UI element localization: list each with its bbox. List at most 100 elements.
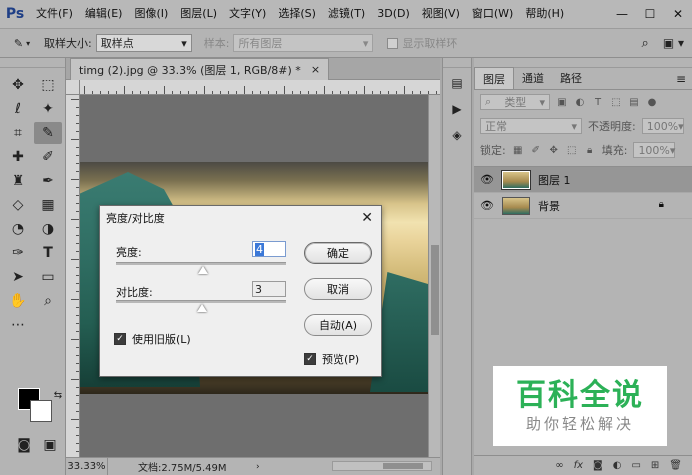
close-button[interactable]: ✕ bbox=[664, 0, 692, 28]
menu-item[interactable]: 窗口(W) bbox=[466, 0, 519, 28]
tab-layers-panel[interactable]: 路径 bbox=[552, 67, 590, 89]
use-legacy-checkbox[interactable]: ✓ 使用旧版(L) bbox=[114, 331, 191, 347]
workspace-icon[interactable]: ▣ ▾ bbox=[663, 36, 684, 50]
contrast-input[interactable]: 3 bbox=[252, 281, 286, 297]
menu-item[interactable]: 3D(D) bbox=[371, 0, 416, 28]
type-tool-icon[interactable]: T bbox=[34, 242, 62, 264]
preview-checkbox[interactable]: ✓ 预览(P) bbox=[304, 351, 359, 367]
pixel-filter-icon[interactable]: ▣ bbox=[556, 96, 568, 108]
lock-image-icon[interactable]: ✐ bbox=[530, 144, 542, 156]
gradient-tool-icon[interactable]: ▦ bbox=[34, 194, 62, 216]
lock-all-icon[interactable]: 🔒︎ bbox=[584, 144, 596, 156]
sample-size-select[interactable]: 取样点 ▾ bbox=[95, 34, 192, 52]
visibility-eye-icon[interactable]: 👁︎ bbox=[480, 173, 494, 187]
menu-item[interactable]: 编辑(E) bbox=[79, 0, 129, 28]
document-info[interactable]: 文档:2.75M/5.49M bbox=[108, 459, 288, 474]
sample-select[interactable]: 所有图层 ▾ bbox=[233, 34, 374, 52]
brightness-input[interactable]: 4 bbox=[252, 241, 286, 257]
horizontal-scrollbar[interactable] bbox=[332, 461, 432, 471]
lock-transparent-icon[interactable]: ▦ bbox=[512, 144, 524, 156]
link-layers-icon[interactable]: ∞ bbox=[555, 460, 563, 471]
layer-row[interactable]: 👁︎ 背景 🔒︎ bbox=[474, 193, 692, 219]
blend-mode-select[interactable]: 正常 ▾ bbox=[480, 118, 582, 134]
close-tab-icon[interactable]: × bbox=[311, 63, 320, 76]
opacity-field[interactable]: 100% ▾ bbox=[641, 118, 684, 134]
dialog-close-button[interactable]: ✕ bbox=[361, 210, 373, 226]
actions-play-icon[interactable]: ▶ bbox=[443, 98, 471, 120]
scroll-thumb[interactable] bbox=[383, 463, 423, 469]
smart-object-filter-icon[interactable]: ▤ bbox=[628, 96, 640, 108]
brightness-slider-knob[interactable] bbox=[197, 266, 208, 274]
move-tool-icon[interactable]: ✥ bbox=[4, 74, 32, 96]
blur-tool-icon[interactable]: ◔ bbox=[4, 218, 32, 240]
panel-grip[interactable] bbox=[0, 58, 65, 68]
contrast-slider[interactable] bbox=[116, 300, 286, 312]
history-icon[interactable]: ▤ bbox=[443, 72, 471, 94]
adjustment-filter-icon[interactable]: ◐ bbox=[574, 96, 586, 108]
panel-menu-icon[interactable]: ≡ bbox=[676, 72, 686, 86]
menu-item[interactable]: 图像(I) bbox=[128, 0, 174, 28]
fill-field[interactable]: 100% ▾ bbox=[633, 142, 676, 158]
dodge-tool-icon[interactable]: ◑ bbox=[34, 218, 62, 240]
vertical-scrollbar[interactable] bbox=[428, 95, 440, 457]
visibility-eye-icon[interactable]: 👁︎ bbox=[480, 199, 494, 213]
contrast-slider-knob[interactable] bbox=[196, 304, 207, 312]
screen-mode-icon[interactable]: ▣ bbox=[36, 434, 64, 456]
show-sampling-ring-checkbox[interactable]: 显示取样环 bbox=[387, 35, 457, 51]
menu-item[interactable]: 文字(Y) bbox=[223, 0, 272, 28]
scroll-thumb[interactable] bbox=[431, 245, 439, 335]
group-icon[interactable]: ▭ bbox=[631, 460, 640, 471]
tool-preset-picker[interactable]: ✎ ▾ bbox=[0, 29, 44, 57]
kind-filter-select[interactable]: ⌕ 类型 ▾ bbox=[480, 94, 550, 110]
minimize-button[interactable]: — bbox=[608, 0, 636, 28]
menu-item[interactable]: 滤镜(T) bbox=[322, 0, 371, 28]
menu-item[interactable]: 帮助(H) bbox=[519, 0, 570, 28]
magic-wand-tool-icon[interactable]: ✦ bbox=[34, 98, 62, 120]
path-selection-tool-icon[interactable]: ➤ bbox=[4, 266, 32, 288]
quick-mask-icon[interactable]: ◙ bbox=[10, 434, 38, 456]
zoom-tool-icon[interactable]: ⌕ bbox=[34, 290, 62, 312]
new-layer-icon[interactable]: ⊞ bbox=[651, 460, 659, 471]
eraser-tool-icon[interactable]: ◇ bbox=[4, 194, 32, 216]
panel-grip[interactable] bbox=[443, 58, 471, 68]
menu-item[interactable]: 文件(F) bbox=[30, 0, 79, 28]
tab-layers-panel[interactable]: 通道 bbox=[514, 67, 552, 89]
shape-filter-icon[interactable]: ⬚ bbox=[610, 96, 622, 108]
delete-layer-icon[interactable]: 🗑︎ bbox=[669, 460, 682, 471]
filter-toggle-icon[interactable]: ● bbox=[646, 96, 658, 108]
cancel-button[interactable]: 取消 bbox=[304, 278, 372, 300]
auto-button[interactable]: 自动(A) bbox=[304, 314, 372, 336]
ok-button[interactable]: 确定 bbox=[304, 242, 372, 264]
eyedropper-tool-icon[interactable]: ✎ bbox=[34, 122, 62, 144]
menu-item[interactable]: 图层(L) bbox=[174, 0, 223, 28]
crop-tool-icon[interactable]: ⌗ bbox=[4, 122, 32, 144]
clone-stamp-tool-icon[interactable]: ♜ bbox=[4, 170, 32, 192]
edit-toolbar-icon[interactable] bbox=[34, 314, 62, 336]
menu-item[interactable]: 选择(S) bbox=[272, 0, 322, 28]
lasso-tool-icon[interactable]: ℓ bbox=[4, 98, 32, 120]
zoom-level[interactable]: 33.33% bbox=[66, 457, 108, 475]
document-tab[interactable]: timg (2).jpg @ 33.3% (图层 1, RGB/8#) * × bbox=[70, 58, 330, 80]
marquee-tool-icon[interactable]: ⬚ bbox=[34, 74, 62, 96]
type-filter-icon[interactable]: T bbox=[592, 96, 604, 108]
adjustment-layer-icon[interactable]: ◐ bbox=[613, 460, 622, 471]
3d-icon[interactable]: ◈ bbox=[443, 124, 471, 146]
tab-layers-panel[interactable]: 图层 bbox=[474, 67, 514, 89]
lock-artboard-icon[interactable]: ⬚ bbox=[566, 144, 578, 156]
history-brush-tool-icon[interactable]: ✒ bbox=[34, 170, 62, 192]
layer-row[interactable]: 👁︎ 图层 1 bbox=[474, 167, 692, 193]
search-icon[interactable]: ⌕ bbox=[642, 36, 649, 51]
more-tools-icon[interactable]: ⋯ bbox=[4, 314, 32, 336]
menu-item[interactable]: 视图(V) bbox=[416, 0, 466, 28]
pen-tool-icon[interactable]: ✑ bbox=[4, 242, 32, 264]
chevron-right-icon[interactable]: › bbox=[256, 462, 260, 472]
lock-position-icon[interactable]: ✥ bbox=[548, 144, 560, 156]
brightness-slider[interactable] bbox=[116, 262, 286, 274]
healing-brush-tool-icon[interactable]: ✚ bbox=[4, 146, 32, 168]
maximize-button[interactable]: ☐ bbox=[636, 0, 664, 28]
layer-style-icon[interactable]: fx bbox=[574, 460, 583, 471]
brush-tool-icon[interactable]: ✐ bbox=[34, 146, 62, 168]
add-mask-icon[interactable]: ◙ bbox=[593, 460, 603, 471]
rectangle-tool-icon[interactable]: ▭ bbox=[34, 266, 62, 288]
hand-tool-icon[interactable]: ✋ bbox=[4, 290, 32, 312]
